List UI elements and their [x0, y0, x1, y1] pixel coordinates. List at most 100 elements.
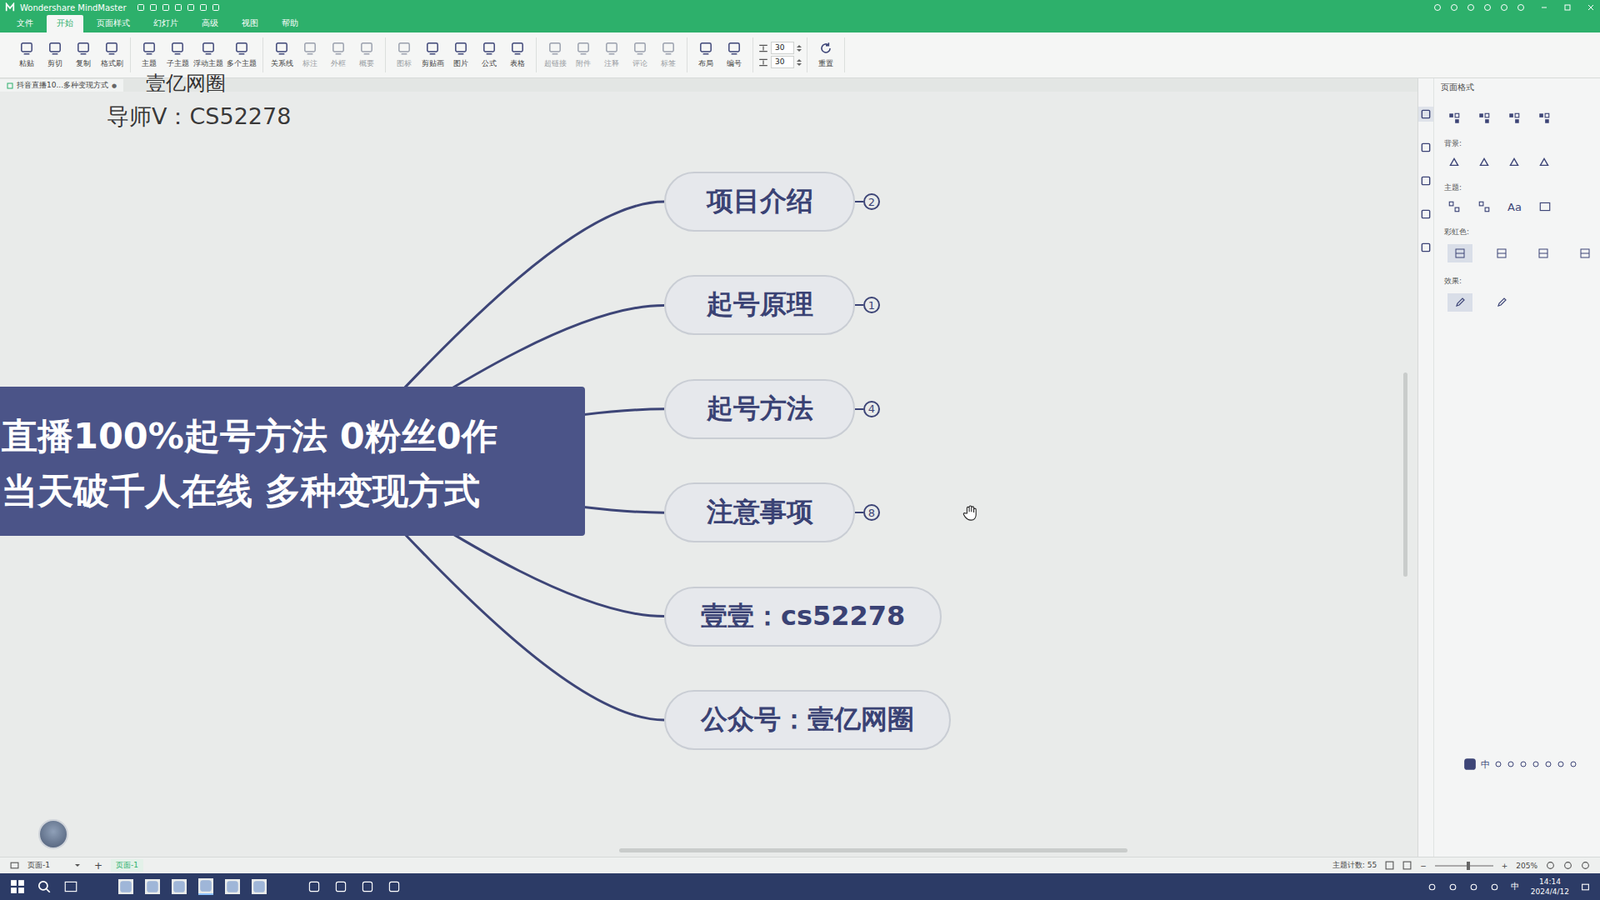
quick-action-icon[interactable]	[149, 3, 158, 12]
layout-option-icon[interactable]	[1447, 111, 1461, 125]
tool-button[interactable]: 标签	[655, 40, 682, 70]
topic-pill[interactable]: 壹壹：cs52278	[664, 586, 942, 647]
page-view-icon[interactable]	[10, 860, 20, 870]
quick-action-icon[interactable]	[161, 3, 170, 12]
zoom-in-button[interactable]: +	[1501, 861, 1509, 870]
taskbar-app-icon[interactable]	[225, 879, 240, 895]
menu-tab[interactable]: 页面样式	[86, 15, 140, 33]
title-tool-icon[interactable]	[1483, 3, 1492, 12]
background-option-icon[interactable]	[1477, 155, 1491, 170]
panel-tab-icon[interactable]	[1418, 140, 1434, 155]
menu-tab[interactable]: 幻灯片	[143, 15, 189, 33]
taskbar-app-icon[interactable]	[198, 878, 214, 895]
branch-topic[interactable]: 项目介绍2	[664, 171, 880, 232]
add-page-button[interactable]: +	[94, 860, 103, 872]
topic-pill[interactable]: 注意事项	[664, 482, 855, 543]
tool-button[interactable]: 布局	[692, 40, 720, 70]
task-view-icon[interactable]	[63, 879, 79, 895]
fit-view-icon[interactable]	[1563, 860, 1573, 870]
tool-button[interactable]: 图标	[390, 40, 418, 70]
zoom-out-button[interactable]: −	[1420, 861, 1427, 870]
topic-pill[interactable]: 公众号：壹亿网圈	[664, 690, 951, 750]
theme-option-icon[interactable]	[1447, 200, 1461, 214]
menu-tab[interactable]: 开始	[46, 15, 84, 33]
branch-topic[interactable]: 公众号：壹亿网圈	[664, 690, 951, 750]
background-option-icon[interactable]	[1537, 155, 1551, 170]
taskbar-app-icon[interactable]	[360, 879, 375, 895]
tool-button[interactable]: 剪贴画	[419, 40, 446, 70]
quick-action-icon[interactable]	[211, 3, 220, 12]
branch-topic[interactable]: 壹壹：cs52278	[664, 586, 942, 647]
background-option-icon[interactable]	[1447, 155, 1461, 170]
taskbar-app-icon[interactable]	[145, 879, 160, 895]
reset-button[interactable]: 重置	[812, 40, 840, 70]
ime-tool-icon[interactable]	[1506, 760, 1515, 769]
spacing-spinner[interactable]: 30	[758, 55, 802, 69]
page-select[interactable]: 页面-1	[27, 860, 86, 871]
layout-option-icon[interactable]	[1477, 111, 1491, 125]
document-tab[interactable]: 抖音直播10...多种变现方式●	[0, 79, 124, 92]
panel-tab-icon[interactable]	[1418, 206, 1434, 222]
rainbow-option[interactable]	[1530, 244, 1556, 263]
ime-indicator[interactable]: 中	[1510, 880, 1520, 893]
collapsed-count-badge[interactable]: 1	[863, 296, 880, 314]
menu-tab[interactable]: 文件	[6, 15, 44, 33]
tool-button[interactable]: 公式	[475, 40, 503, 70]
spacing-spinner[interactable]: 30	[758, 41, 802, 55]
tool-button[interactable]: 主题	[135, 40, 163, 70]
tool-button[interactable]: 附件	[570, 40, 597, 70]
tray-icon[interactable]	[1469, 882, 1479, 892]
rainbow-option[interactable]	[1447, 244, 1473, 263]
menu-tab[interactable]: 高级	[191, 15, 229, 33]
tool-button[interactable]: 关系线	[268, 40, 295, 70]
branch-topic[interactable]: 起号原理 1	[664, 275, 880, 335]
mindmap-canvas[interactable]: 直播100%起号方法 0粉丝0作当天破千人在线 多种变现方式 项目介绍2 起号原理 1…	[0, 91, 1418, 857]
effect-option[interactable]	[1447, 293, 1473, 312]
central-topic[interactable]: 直播100%起号方法 0粉丝0作当天破千人在线 多种变现方式	[0, 386, 585, 536]
panel-tab-icon[interactable]	[1418, 173, 1434, 189]
view-mode-icon[interactable]	[1385, 860, 1395, 870]
ime-tool-icon[interactable]	[1519, 760, 1528, 769]
quick-action-icon[interactable]	[174, 3, 183, 12]
zoom-slider[interactable]	[1435, 865, 1494, 867]
title-tool-icon[interactable]	[1500, 3, 1509, 12]
zoom-thumb[interactable]	[1466, 861, 1470, 870]
tool-button[interactable]: 粘贴	[13, 40, 40, 70]
tray-icon[interactable]	[1448, 882, 1458, 892]
quick-action-icon[interactable]	[199, 3, 208, 12]
title-tool-icon[interactable]	[1433, 3, 1442, 12]
quick-action-icon[interactable]	[186, 3, 195, 12]
taskbar-app-icon[interactable]	[386, 879, 402, 895]
taskbar-app-icon[interactable]	[251, 879, 267, 895]
tool-button[interactable]: 多个主题	[225, 40, 258, 70]
ime-tool-icon[interactable]	[1569, 760, 1578, 769]
notification-icon[interactable]	[1580, 882, 1590, 892]
collapsed-count-badge[interactable]: 8	[863, 504, 880, 521]
spin-arrows[interactable]	[796, 59, 802, 66]
rainbow-option[interactable]	[1489, 244, 1515, 263]
user-avatar[interactable]	[38, 819, 69, 850]
tray-icon[interactable]	[1427, 882, 1437, 892]
close-icon[interactable]	[1586, 3, 1595, 12]
theme-option-icon[interactable]	[1477, 200, 1491, 214]
ime-tool-icon[interactable]	[1556, 760, 1565, 769]
panel-tab-icon[interactable]	[1418, 240, 1434, 255]
tool-button[interactable]: 格式刷	[98, 40, 125, 70]
topic-pill[interactable]: 起号原理	[664, 275, 855, 335]
taskbar-app-icon[interactable]	[171, 879, 187, 895]
tool-button[interactable]: 注释	[598, 40, 625, 70]
maximize-icon[interactable]	[1563, 3, 1572, 12]
taskbar-app-icon[interactable]	[306, 879, 322, 895]
search-icon[interactable]	[36, 879, 52, 895]
clock[interactable]: 14:142024/4/12	[1530, 876, 1570, 897]
effect-option[interactable]	[1489, 293, 1515, 312]
collapsed-count-badge[interactable]: 4	[863, 400, 880, 418]
branch-topic[interactable]: 注意事项 8	[664, 482, 880, 543]
layout-option-icon[interactable]	[1507, 111, 1521, 125]
tool-button[interactable]: 外框	[325, 40, 352, 70]
view-mode-icon[interactable]	[1402, 860, 1412, 870]
quick-action-icon[interactable]	[136, 3, 145, 12]
tool-button[interactable]: 标注	[296, 40, 324, 70]
tool-button[interactable]: 浮动主题	[192, 40, 225, 70]
tool-button[interactable]: 超链接	[541, 40, 569, 70]
